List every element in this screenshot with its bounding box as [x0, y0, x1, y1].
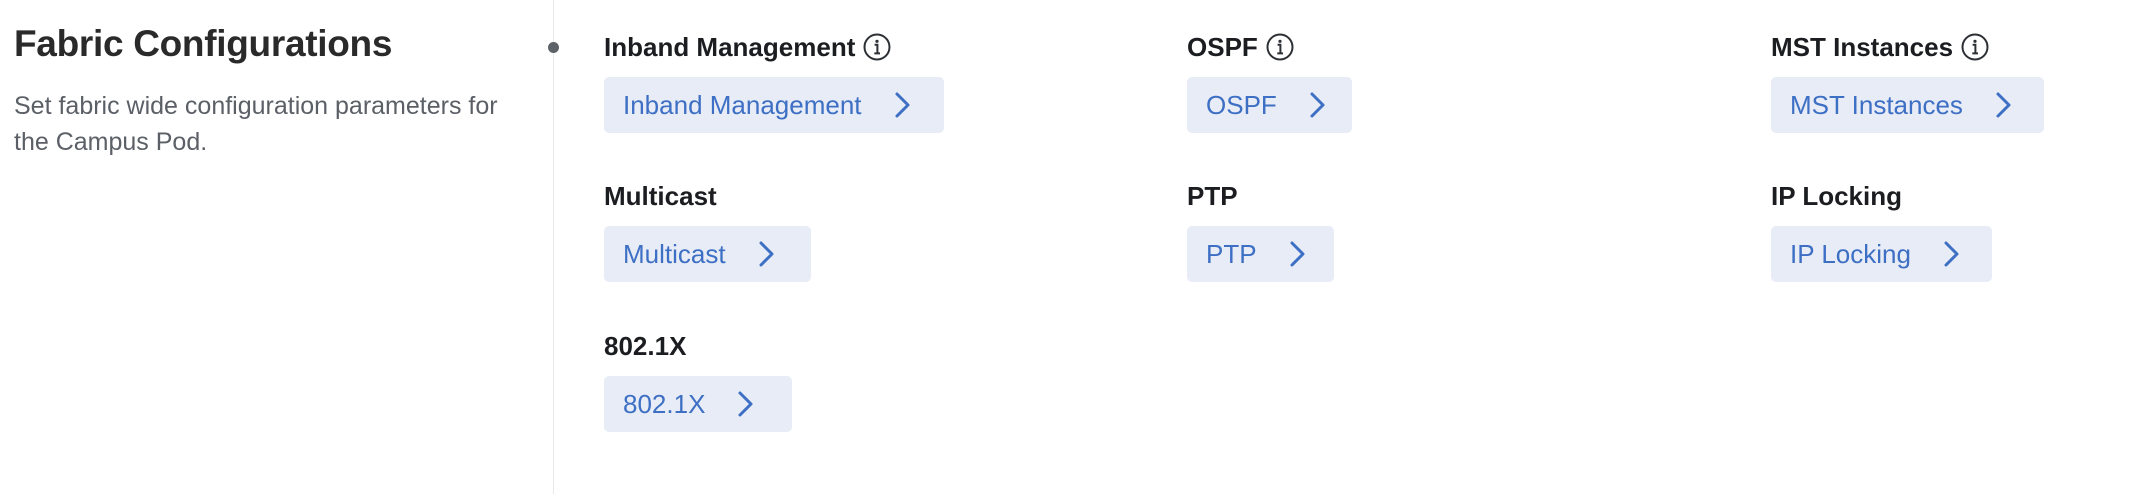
chevron-right-icon [1993, 90, 2015, 120]
config-item-mst-instances: MST Instances MST Instances [1771, 31, 2044, 133]
info-icon[interactable] [1960, 32, 1990, 62]
button-label: OSPF [1206, 89, 1277, 120]
config-label: MST Instances [1771, 31, 1954, 62]
chevron-right-icon [735, 389, 757, 419]
config-item-ptp: PTP PTP [1187, 180, 1334, 282]
config-item-802-1x: 802.1X 802.1X [604, 330, 792, 432]
chevron-right-icon [1307, 90, 1329, 120]
ospf-button[interactable]: OSPF [1187, 77, 1352, 133]
ip-locking-button[interactable]: IP Locking [1771, 226, 1992, 282]
chevron-right-icon [892, 90, 914, 120]
config-label: Multicast [604, 180, 717, 211]
config-label: PTP [1187, 180, 1238, 211]
config-item-ip-locking: IP Locking IP Locking [1771, 180, 1992, 282]
config-label: Inband Management [604, 31, 856, 62]
button-label: PTP [1206, 238, 1257, 269]
page-title: Fabric Configurations [14, 23, 393, 64]
config-label: 802.1X [604, 330, 687, 361]
chevron-right-icon [1941, 239, 1963, 269]
button-label: IP Locking [1790, 238, 1911, 269]
page-description: Set fabric wide configuration parameters… [14, 92, 498, 156]
mst-instances-button[interactable]: MST Instances [1771, 77, 2044, 133]
multicast-button[interactable]: Multicast [604, 226, 811, 282]
button-label: 802.1X [623, 388, 706, 419]
chevron-right-icon [756, 239, 778, 269]
config-item-inband-management: Inband Management Inband Management [604, 31, 944, 133]
divider-dot [548, 42, 559, 53]
inband-management-button[interactable]: Inband Management [604, 77, 944, 133]
ptp-button[interactable]: PTP [1187, 226, 1334, 282]
config-label: OSPF [1187, 31, 1258, 62]
info-icon[interactable] [1265, 32, 1295, 62]
button-label: Multicast [623, 238, 726, 269]
chevron-right-icon [1287, 239, 1309, 269]
section-header: Fabric Configurations Set fabric wide co… [14, 20, 514, 160]
config-item-multicast: Multicast Multicast [604, 180, 811, 282]
info-icon[interactable] [862, 32, 892, 62]
button-label: Inband Management [623, 89, 862, 120]
config-item-ospf: OSPF OSPF [1187, 31, 1352, 133]
button-label: MST Instances [1790, 89, 1963, 120]
802-1x-button[interactable]: 802.1X [604, 376, 792, 432]
section-divider [553, 0, 554, 494]
config-label: IP Locking [1771, 180, 1902, 211]
